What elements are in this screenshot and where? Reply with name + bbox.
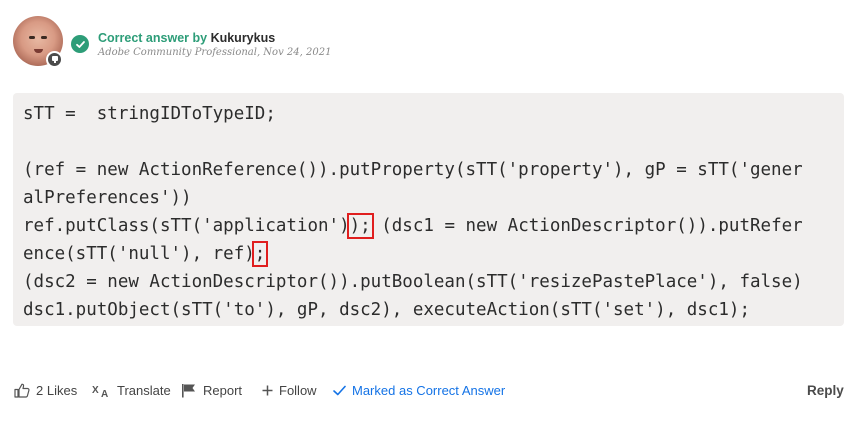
action-bar: 2 Likes XA Translate Report Follow Marke… — [0, 378, 857, 402]
code-line: sTT = stringIDToTypeID; — [23, 104, 276, 124]
report-label: Report — [203, 382, 243, 398]
flag-icon — [181, 383, 197, 398]
author-name-link[interactable]: Kukurykus — [211, 31, 276, 45]
correct-answer-label: Correct answer by — [98, 31, 208, 45]
follow-button[interactable]: Follow — [262, 378, 317, 402]
avatar-eye — [29, 36, 35, 39]
svg-text:X: X — [92, 385, 99, 396]
plus-icon — [262, 385, 273, 396]
code-segment: (dsc1 = new ActionDescriptor()).putRefer — [370, 216, 803, 236]
post-meta: Adobe Community Professional, Nov 24, 20… — [98, 47, 331, 58]
highlighted-semicolon: ; — [251, 241, 269, 267]
follow-label: Follow — [279, 382, 317, 398]
highlighted-semicolon: ); — [346, 213, 374, 239]
reply-button[interactable]: Reply — [807, 378, 844, 402]
code-segment: ence(sTT('null'), ref) — [23, 244, 255, 264]
like-button[interactable]: 2 Likes — [14, 378, 77, 402]
author-role: Adobe Community Professional — [98, 47, 257, 58]
rank-badge-icon — [46, 51, 63, 68]
reply-label: Reply — [807, 382, 844, 398]
translate-button[interactable]: XA Translate — [92, 378, 171, 402]
code-line: (dsc2 = new ActionDescriptor()).putBoole… — [23, 272, 803, 292]
code-line: dsc1.putObject(sTT('to'), gP, dsc2), exe… — [23, 300, 750, 320]
code-line: (ref = new ActionReference()).putPropert… — [23, 160, 803, 180]
avatar-mouth — [34, 49, 43, 53]
report-button[interactable]: Report — [181, 378, 242, 402]
marked-correct-button[interactable]: Marked as Correct Answer — [333, 378, 505, 402]
checkmark-icon — [333, 385, 346, 396]
correct-answer-heading: Correct answer by Kukurykus — [98, 31, 275, 45]
code-line: alPreferences')) — [23, 188, 192, 208]
avatar-eye — [41, 36, 47, 39]
thumbs-up-icon — [14, 383, 30, 398]
likes-count: 2 Likes — [36, 382, 78, 398]
translate-icon: XA — [92, 383, 111, 398]
translate-label: Translate — [117, 382, 171, 398]
svg-text:A: A — [101, 389, 108, 398]
code-segment: ref.putClass(sTT('application') — [23, 216, 350, 236]
check-circle-icon — [71, 35, 89, 53]
marked-correct-label: Marked as Correct Answer — [352, 382, 506, 398]
code-block: sTT = stringIDToTypeID; (ref = new Actio… — [13, 93, 844, 326]
code-line: ence(sTT('null'), ref); — [23, 240, 834, 268]
post-date: , Nov 24, 2021 — [256, 47, 332, 58]
code-line: ref.putClass(sTT('application')); (dsc1 … — [23, 212, 834, 240]
